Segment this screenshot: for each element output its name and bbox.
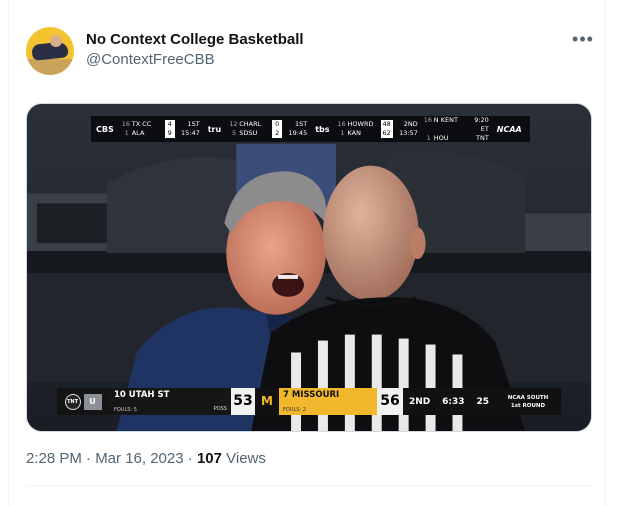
utah-state-logo-icon: U [83,393,102,410]
game-scoreboard: TNT U 10 UTAH ST FOULS: 5 POSS 53 M 7 MI… [57,388,565,415]
tnt-logo-icon: TNT [64,393,81,410]
tweet-image[interactable]: CBS 16 TX CC 4 1ST 1 ALA 9 15:47 tru 12 CHARL 0 1… [26,103,592,432]
ticker-game: 16 TX CC 4 1ST 1 ALA 9 15:47 [121,120,200,138]
author-handle[interactable]: @ContextFreeCBB [86,51,215,68]
ticker-game: 16 N KENT 9:20 ET 1 HOU TNT [423,115,489,142]
more-options-icon[interactable]: ••• [572,29,594,49]
clock: 6:33 [442,396,465,407]
away-team-panel: 10 UTAH ST FOULS: 5 POSS [109,388,231,415]
tweet-timestamp[interactable]: 2:28 PM · Mar 16, 2023 [26,450,184,467]
meta-separator: · [183,450,197,467]
tweet-meta: 2:28 PM · Mar 16, 2023 · 107 Views [26,450,266,467]
shot-clock: 25 [476,396,490,407]
ticker-network-tru: tru [207,124,222,134]
home-team-fouls: FOULS: 2 [283,407,306,413]
ticker-game: 16 HOWRD 48 2ND 1 KAN 62 13:57 [337,120,418,138]
ticker-game: 12 CHARL 0 1ST 5 SDSU 2 19:45 [229,120,308,138]
home-score: 56 [377,388,403,415]
photo-scene [27,104,591,431]
round-label: 1st ROUND [510,402,546,409]
possession-indicator: POSS [213,406,227,412]
period: 2ND [408,396,431,407]
views-label: Views [221,450,266,467]
away-team-name: 10 UTAH ST [114,390,170,400]
region-label: NCAA SOUTH [507,394,549,401]
ticker-brand: NCAA [496,124,522,134]
game-clock: 2ND 6:33 25 [403,388,495,415]
views-count[interactable]: 107 [197,450,222,467]
tournament-region: NCAA SOUTH 1st ROUND [495,388,561,415]
author-name[interactable]: No Context College Basketball [86,31,304,48]
divider [26,485,592,486]
ticker-network-cbs: CBS [96,124,114,134]
ticker-network-tbs: tbs [315,124,330,134]
home-team-name: 7 MISSOURI [283,390,340,400]
home-team-panel: 7 MISSOURI FOULS: 2 [279,388,377,415]
tweet-card: No Context College Basketball @ContextFr… [8,0,606,506]
away-team-fouls: FOULS: 5 [114,407,137,413]
missouri-logo-icon: M [255,388,279,415]
away-score: 53 [231,388,255,415]
author-avatar[interactable] [26,27,74,75]
score-ticker: CBS 16 TX CC 4 1ST 1 ALA 9 15:47 tru 12 CHARL 0 1… [91,116,530,142]
scoreboard-network: TNT U [57,388,109,415]
